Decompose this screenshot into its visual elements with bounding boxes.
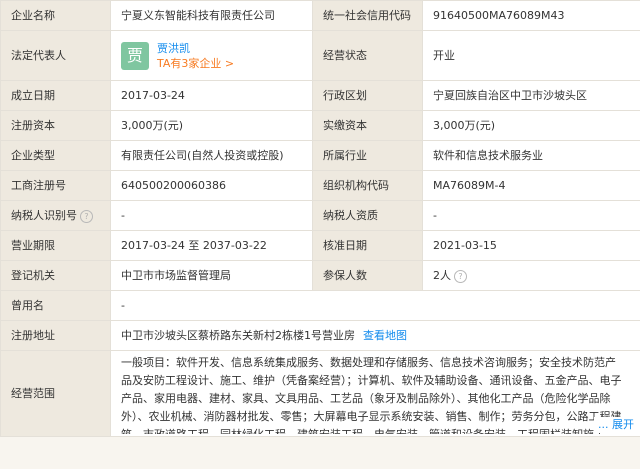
row-founded: 成立日期 2017-03-24 行政区划 宁夏回族自治区中卫市沙坡头区 bbox=[0, 80, 640, 111]
view-map-link[interactable]: 查看地图 bbox=[363, 329, 407, 342]
region-label: 行政区划 bbox=[312, 80, 423, 111]
org-code-label: 组织机构代码 bbox=[312, 170, 423, 201]
founded-value: 2017-03-24 bbox=[110, 80, 313, 111]
scope-cell: 一般项目：软件开发、信息系统集成服务、数据处理和存储服务、信息技术咨询服务；安全… bbox=[110, 350, 640, 437]
former-name-label: 曾用名 bbox=[0, 290, 111, 321]
company-name-label: 企业名称 bbox=[0, 0, 111, 31]
region-value: 宁夏回族自治区中卫市沙坡头区 bbox=[422, 80, 640, 111]
row-company-name: 企业名称 宁夏义东智能科技有限责任公司 统一社会信用代码 91640500MA7… bbox=[0, 0, 640, 31]
status-value: 开业 bbox=[422, 30, 640, 81]
business-info-table: 企业名称 宁夏义东智能科技有限责任公司 统一社会信用代码 91640500MA7… bbox=[0, 0, 640, 437]
row-term: 营业期限 2017-03-24 至 2037-03-22 核准日期 2021-0… bbox=[0, 230, 640, 261]
legal-rep-avatar[interactable]: 贾 bbox=[121, 41, 149, 70]
authority-label: 登记机关 bbox=[0, 260, 111, 291]
expand-link[interactable]: ... 展开 bbox=[594, 417, 634, 433]
reg-no-label: 工商注册号 bbox=[0, 170, 111, 201]
scope-label: 经营范围 bbox=[0, 350, 111, 437]
taxpayer-id-label-cell: 纳税人识别号? bbox=[0, 200, 111, 231]
taxpayer-qual-value: - bbox=[422, 200, 640, 231]
row-authority: 登记机关 中卫市市场监督管理局 参保人数 2人? bbox=[0, 260, 640, 291]
credit-code-value: 91640500MA76089M43 bbox=[422, 0, 640, 31]
help-icon[interactable]: ? bbox=[80, 209, 93, 223]
company-name-value: 宁夏义东智能科技有限责任公司 bbox=[110, 0, 313, 31]
taxpayer-id-value: - bbox=[110, 200, 313, 231]
row-type: 企业类型 有限责任公司(自然人投资或控股) 所属行业 软件和信息技术服务业 bbox=[0, 140, 640, 171]
industry-label: 所属行业 bbox=[312, 140, 423, 171]
type-label: 企业类型 bbox=[0, 140, 111, 171]
paid-capital-value: 3,000万(元) bbox=[422, 110, 640, 141]
former-name-value: - bbox=[110, 290, 640, 321]
insured-value: 2人 bbox=[433, 268, 451, 282]
status-label: 经营状态 bbox=[312, 30, 423, 81]
industry-value: 软件和信息技术服务业 bbox=[422, 140, 640, 171]
org-code-value: MA76089M-4 bbox=[422, 170, 640, 201]
reg-capital-value: 3,000万(元) bbox=[110, 110, 313, 141]
credit-code-label: 统一社会信用代码 bbox=[312, 0, 423, 31]
legal-rep-name-link[interactable]: 贾洪凯 bbox=[157, 41, 234, 56]
row-former-name: 曾用名 - bbox=[0, 290, 640, 321]
row-scope: 经营范围 一般项目：软件开发、信息系统集成服务、数据处理和存储服务、信息技术咨询… bbox=[0, 350, 640, 437]
insured-cell: 2人? bbox=[422, 260, 640, 291]
approval-value: 2021-03-15 bbox=[422, 230, 640, 261]
taxpayer-id-label: 纳税人识别号 bbox=[11, 208, 77, 222]
address-cell: 中卫市沙坡头区蔡桥路东关新村2栋楼1号营业房 查看地图 bbox=[110, 320, 640, 351]
legal-rep-label: 法定代表人 bbox=[0, 30, 111, 81]
legal-rep-companies-link[interactable]: TA有3家企业 > bbox=[157, 56, 234, 71]
row-capital: 注册资本 3,000万(元) 实缴资本 3,000万(元) bbox=[0, 110, 640, 141]
row-legal-rep: 法定代表人 贾 贾洪凯 TA有3家企业 > 经营状态 开业 bbox=[0, 30, 640, 81]
legal-rep-cell: 贾 贾洪凯 TA有3家企业 > bbox=[110, 30, 313, 81]
term-value: 2017-03-24 至 2037-03-22 bbox=[110, 230, 313, 261]
address-label: 注册地址 bbox=[0, 320, 111, 351]
term-label: 营业期限 bbox=[0, 230, 111, 261]
row-address: 注册地址 中卫市沙坡头区蔡桥路东关新村2栋楼1号营业房 查看地图 bbox=[0, 320, 640, 351]
taxpayer-qual-label: 纳税人资质 bbox=[312, 200, 423, 231]
insured-label: 参保人数 bbox=[312, 260, 423, 291]
row-registration: 工商注册号 640500200060386 组织机构代码 MA76089M-4 bbox=[0, 170, 640, 201]
authority-value: 中卫市市场监督管理局 bbox=[110, 260, 313, 291]
approval-label: 核准日期 bbox=[312, 230, 423, 261]
reg-no-value: 640500200060386 bbox=[110, 170, 313, 201]
scope-value: 一般项目：软件开发、信息系统集成服务、数据处理和存储服务、信息技术咨询服务；安全… bbox=[121, 355, 622, 434]
founded-label: 成立日期 bbox=[0, 80, 111, 111]
row-taxpayer: 纳税人识别号? - 纳税人资质 - bbox=[0, 200, 640, 231]
type-value: 有限责任公司(自然人投资或控股) bbox=[110, 140, 313, 171]
help-icon[interactable]: ? bbox=[454, 269, 467, 283]
address-value: 中卫市沙坡头区蔡桥路东关新村2栋楼1号营业房 bbox=[121, 328, 355, 342]
paid-capital-label: 实缴资本 bbox=[312, 110, 423, 141]
reg-capital-label: 注册资本 bbox=[0, 110, 111, 141]
